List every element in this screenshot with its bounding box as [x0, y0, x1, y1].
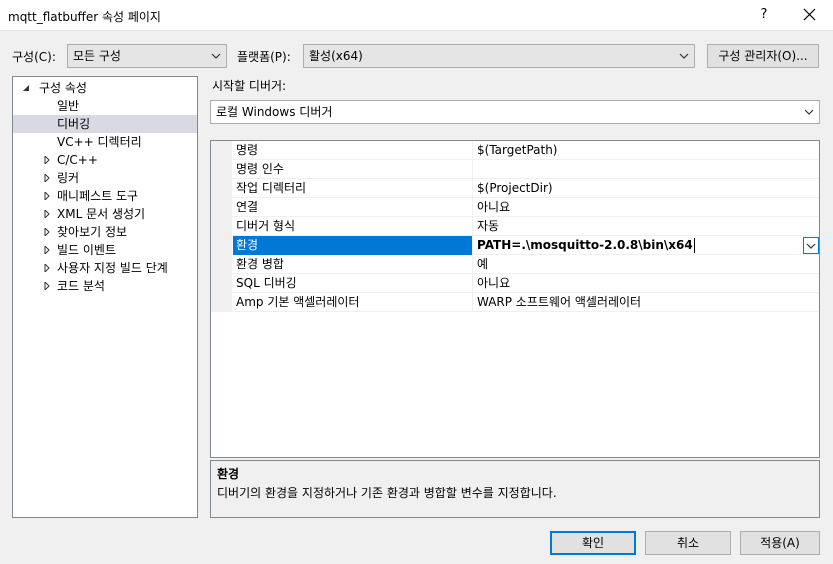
tree-item-label: 코드 분석 [57, 279, 105, 293]
description-text: 디버기의 환경을 지정하거나 기존 환경과 병합할 변수를 지정합니다. [217, 486, 557, 500]
tree-item-general[interactable]: 일반 [13, 97, 197, 115]
tree-item-custom-build-step[interactable]: 사용자 지정 빌드 단계 [13, 259, 197, 277]
tree-item-label: 링커 [57, 171, 80, 185]
tree-item-manifest-tool[interactable]: 매니페스트 도구 [13, 187, 197, 205]
tree-item-label: XML 문서 생성기 [57, 207, 146, 221]
property-tree[interactable]: 구성 속성 일반 디버깅 VC++ 디렉터리 C/C++ 링커 매니페스트 도구… [12, 76, 198, 518]
property-value[interactable] [477, 160, 817, 179]
property-row-working-dir[interactable]: 작업 디렉터리 $(ProjectDir) [211, 179, 819, 198]
property-grid[interactable]: 명령 $(TargetPath) 명령 인수 작업 디렉터리 $(Project… [210, 140, 820, 458]
tree-item-cpp[interactable]: C/C++ [13, 151, 197, 169]
property-name: 연결 [236, 198, 473, 217]
collapsed-arrow-icon[interactable] [43, 282, 51, 290]
apply-button[interactable]: 적용(A) [740, 531, 820, 555]
property-value[interactable]: WARP 소프트웨어 액셀러레이터 [477, 293, 817, 312]
collapsed-arrow-icon[interactable] [43, 192, 51, 200]
collapsed-arrow-icon[interactable] [43, 246, 51, 254]
chevron-down-icon [679, 53, 689, 59]
collapsed-arrow-icon[interactable] [43, 210, 51, 218]
description-title: 환경 [217, 467, 240, 481]
property-value[interactable]: 아니요 [477, 274, 817, 293]
platform-select-value: 활성(x64) [309, 49, 363, 63]
ok-button[interactable]: 확인 [550, 531, 636, 555]
property-value[interactable]: 예 [477, 255, 817, 274]
debugger-select[interactable]: 로컬 Windows 디버거 [210, 100, 820, 124]
property-row-command[interactable]: 명령 $(TargetPath) [211, 141, 819, 160]
description-panel: 환경 디버기의 환경을 지정하거나 기존 환경과 병합할 변수를 지정합니다. [210, 460, 820, 518]
chevron-down-icon [804, 109, 814, 115]
tree-item-vc-directories[interactable]: VC++ 디렉터리 [13, 133, 197, 151]
collapsed-arrow-icon[interactable] [43, 264, 51, 272]
collapsed-arrow-icon[interactable] [43, 156, 51, 164]
property-name: 환경 병합 [236, 255, 473, 274]
tree-item-linker[interactable]: 링커 [13, 169, 197, 187]
debugger-select-value: 로컬 Windows 디버거 [216, 105, 333, 119]
close-icon [803, 8, 816, 21]
expanded-arrow-icon[interactable] [22, 84, 30, 92]
platform-select[interactable]: 활성(x64) [303, 44, 695, 68]
tree-item-config-properties[interactable]: 구성 속성 [13, 79, 197, 97]
property-name: SQL 디버깅 [236, 274, 473, 293]
help-button[interactable]: ? [752, 4, 776, 26]
property-name: 환경 [233, 236, 473, 255]
cancel-button[interactable]: 취소 [645, 531, 731, 555]
property-name: 디버거 형식 [236, 217, 473, 236]
property-row-environment[interactable]: 환경 PATH=.\mosquitto-2.0.8\bin\x64 [211, 236, 819, 255]
debugger-label: 시작할 디버거: [212, 79, 287, 93]
close-button[interactable] [797, 4, 821, 26]
collapsed-arrow-icon[interactable] [43, 228, 51, 236]
config-manager-button[interactable]: 구성 관리자(O)... [707, 44, 819, 68]
property-value[interactable]: 아니요 [477, 198, 817, 217]
tree-item-xml-doc-generator[interactable]: XML 문서 생성기 [13, 205, 197, 223]
config-label: 구성(C): [12, 50, 56, 64]
property-value[interactable]: 자동 [477, 217, 817, 236]
collapsed-arrow-icon[interactable] [43, 174, 51, 182]
property-row-debugger-type[interactable]: 디버거 형식 자동 [211, 217, 819, 236]
text-caret [694, 238, 695, 253]
tree-item-label: 빌드 이벤트 [57, 243, 117, 257]
window-title: mqtt_flatbuffer 속성 페이지 [8, 10, 161, 24]
config-select[interactable]: 모든 구성 [67, 44, 227, 68]
tree-item-label: 매니페스트 도구 [57, 189, 139, 203]
property-row-command-args[interactable]: 명령 인수 [211, 160, 819, 179]
chevron-down-icon [806, 243, 816, 249]
property-name: 명령 [236, 141, 473, 160]
property-row-merge-env[interactable]: 환경 병합 예 [211, 255, 819, 274]
tree-item-debugging[interactable]: 디버깅 [13, 115, 197, 133]
platform-label: 플랫폼(P): [237, 50, 291, 64]
property-row-sql-debugging[interactable]: SQL 디버깅 아니요 [211, 274, 819, 293]
property-value[interactable]: $(TargetPath) [477, 141, 817, 160]
config-select-value: 모든 구성 [73, 49, 121, 63]
environment-value-input[interactable]: PATH=.\mosquitto-2.0.8\bin\x64 [477, 236, 817, 255]
property-row-amp-accelerator[interactable]: Amp 기본 액셀러레이터 WARP 소프트웨어 액셀러레이터 [211, 293, 819, 312]
property-name: Amp 기본 액셀러레이터 [236, 293, 473, 312]
tree-item-label: 디버깅 [57, 117, 91, 131]
tree-item-label: 구성 속성 [39, 81, 87, 95]
tree-item-label: C/C++ [57, 153, 98, 167]
property-name: 명령 인수 [236, 160, 473, 179]
tree-item-label: VC++ 디렉터리 [57, 135, 142, 149]
tree-item-label: 찾아보기 정보 [57, 225, 128, 239]
property-name: 작업 디렉터리 [236, 179, 473, 198]
tree-item-browse-info[interactable]: 찾아보기 정보 [13, 223, 197, 241]
title-bar: mqtt_flatbuffer 속성 페이지 ? [0, 0, 833, 31]
property-row-attach[interactable]: 연결 아니요 [211, 198, 819, 217]
tree-item-label: 일반 [57, 99, 80, 113]
property-value[interactable]: $(ProjectDir) [477, 179, 817, 198]
chevron-down-icon [211, 53, 221, 59]
tree-item-build-events[interactable]: 빌드 이벤트 [13, 241, 197, 259]
environment-value-text: PATH=.\mosquitto-2.0.8\bin\x64 [477, 238, 693, 252]
tree-item-code-analysis[interactable]: 코드 분석 [13, 277, 197, 295]
tree-item-label: 사용자 지정 빌드 단계 [57, 261, 168, 275]
environment-dropdown-button[interactable] [803, 237, 819, 254]
